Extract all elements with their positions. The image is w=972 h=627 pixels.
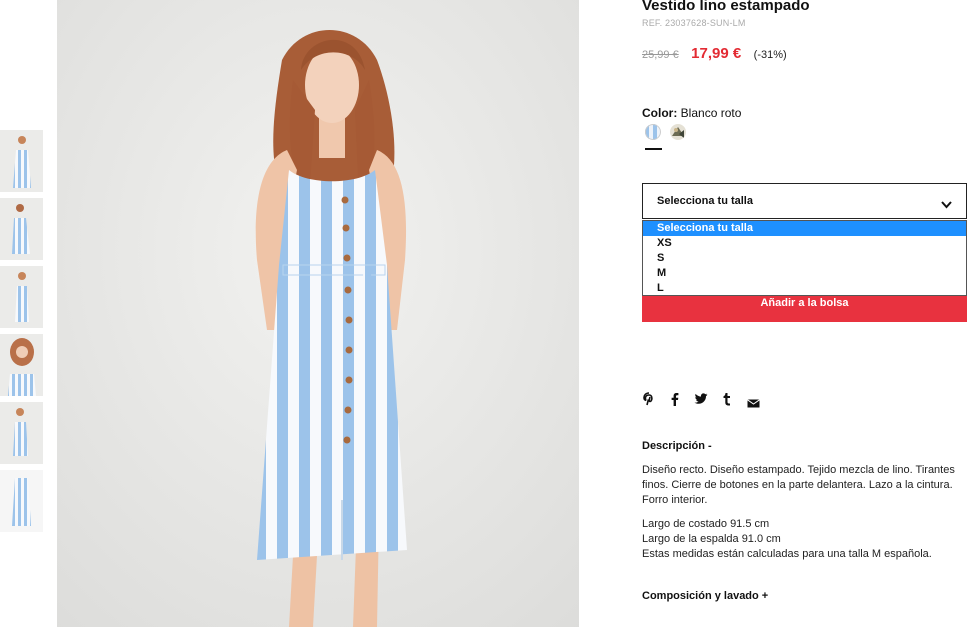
size-dropdown-list: Selecciona tu talla XS S M L bbox=[642, 220, 967, 296]
measurement-line: Largo de costado 91.5 cm bbox=[642, 518, 770, 530]
size-option[interactable]: L bbox=[643, 281, 966, 296]
size-option[interactable]: M bbox=[643, 266, 966, 281]
swatch-blanco-roto[interactable] bbox=[645, 124, 661, 140]
discount-badge: (-31%) bbox=[753, 49, 787, 61]
product-ref: REF. 23037628-SUN-LM bbox=[642, 18, 746, 28]
description-heading[interactable]: Descripción - bbox=[642, 440, 712, 452]
pinterest-icon[interactable] bbox=[643, 392, 655, 411]
measurement-line: Largo de la espalda 91.0 cm bbox=[642, 533, 781, 545]
color-value: Blanco roto bbox=[680, 106, 742, 120]
twitter-icon[interactable] bbox=[694, 392, 708, 410]
add-to-bag-button[interactable]: Añadir a la bolsa bbox=[642, 292, 967, 322]
old-price: 25,99 € bbox=[642, 49, 679, 61]
size-option[interactable]: Selecciona tu talla bbox=[643, 221, 966, 236]
size-option[interactable]: XS bbox=[643, 236, 966, 251]
sale-price: 17,99 € bbox=[691, 45, 742, 62]
size-option[interactable]: S bbox=[643, 251, 966, 266]
size-select-label: Selecciona tu talla bbox=[657, 195, 753, 207]
product-title: Vestido lino estampado bbox=[642, 0, 810, 14]
facebook-icon[interactable] bbox=[670, 392, 679, 411]
thumbnail-strip bbox=[0, 130, 43, 538]
main-product-image bbox=[57, 0, 579, 627]
thumbnail-5[interactable] bbox=[0, 402, 43, 464]
chevron-down-icon bbox=[941, 196, 952, 214]
measurements: Largo de costado 91.5 cm Largo de la esp… bbox=[642, 517, 970, 562]
mail-icon[interactable] bbox=[747, 395, 760, 413]
thumbnail-2[interactable] bbox=[0, 198, 43, 260]
measurement-note: Estas medidas están calculadas para una … bbox=[642, 548, 932, 560]
size-select[interactable]: Selecciona tu talla bbox=[642, 183, 967, 219]
thumbnail-1[interactable] bbox=[0, 130, 43, 192]
selected-swatch-indicator bbox=[645, 148, 662, 150]
tumblr-icon[interactable] bbox=[722, 392, 731, 411]
thumbnail-3[interactable] bbox=[0, 266, 43, 328]
thumbnail-6[interactable] bbox=[0, 470, 43, 532]
price-row: 25,99 € 17,99 € (-31%) bbox=[642, 45, 787, 63]
color-label: Color: bbox=[642, 106, 678, 120]
swatch-estampado[interactable] bbox=[670, 124, 686, 140]
thumbnail-4[interactable] bbox=[0, 334, 43, 396]
composition-heading[interactable]: Composición y lavado + bbox=[642, 590, 768, 602]
description-text: Diseño recto. Diseño estampado. Tejido m… bbox=[642, 464, 955, 506]
color-row: Color: Blanco roto bbox=[642, 106, 741, 120]
